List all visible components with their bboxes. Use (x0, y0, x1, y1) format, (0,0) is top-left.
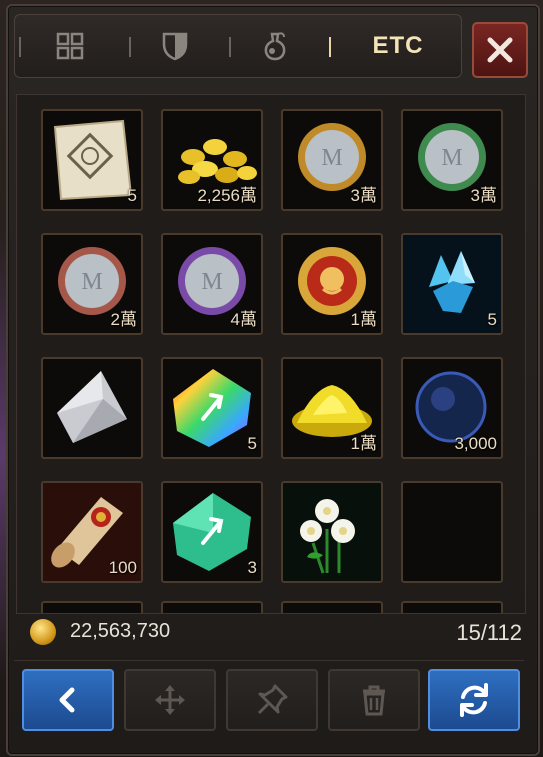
item-slot-purple-medal[interactable]: M 4萬 (161, 233, 263, 335)
tab-consumable[interactable] (225, 15, 325, 77)
item-quantity: 4萬 (230, 310, 257, 329)
item-slot-empty[interactable] (401, 481, 503, 583)
item-slot-rainbow-gem[interactable]: 5 (161, 357, 263, 459)
item-slot-partial[interactable] (401, 601, 503, 613)
move-button[interactable] (124, 669, 216, 731)
green-gem-icon (173, 493, 251, 571)
back-button[interactable] (22, 669, 114, 731)
pin-icon (257, 684, 288, 715)
inventory-grid: 5 2,256萬 M 3萬 M 3萬 M 2萬 M 4萬 1萬 5 5 1萬 3… (16, 94, 526, 614)
item-slot-gold-coins[interactable]: 2,256萬 (161, 109, 263, 211)
tab-etc-label: ETC (372, 32, 424, 59)
item-slot-bronze-medal[interactable]: M 2萬 (41, 233, 143, 335)
item-slot-partial[interactable] (281, 601, 383, 613)
item-slot-gold-dust[interactable]: 1萬 (281, 357, 383, 459)
item-slot-green-gem[interactable]: 3 (161, 481, 263, 583)
move-arrows-icon (155, 685, 185, 715)
item-quantity: 1萬 (350, 310, 377, 329)
item-slot-green-medal[interactable]: M 3萬 (401, 109, 503, 211)
pin-button[interactable] (226, 669, 318, 731)
tab-separator (129, 37, 131, 57)
white-flower-icon (283, 483, 381, 581)
tab-etc[interactable]: ETC (325, 15, 461, 77)
gold-coin-icon (30, 619, 56, 645)
blue-crystal-icon (403, 235, 501, 333)
tab-separator (19, 37, 21, 57)
svg-text:M: M (321, 145, 342, 171)
tab-separator (329, 37, 331, 57)
rainbow-gem-icon (173, 369, 251, 447)
item-quantity: 5 (487, 310, 497, 329)
item-quantity: 5 (127, 186, 137, 205)
item-slot-white-cloth[interactable] (41, 357, 143, 459)
item-slot-partial[interactable] (161, 601, 263, 613)
shield-icon (162, 32, 188, 61)
potion-icon (264, 32, 286, 61)
inventory-tabbar: ETC (14, 14, 462, 78)
item-slot-dark-orb[interactable]: 3,000 (401, 357, 503, 459)
item-slot-partial[interactable] (41, 601, 143, 613)
item-slot-white-flower[interactable] (281, 481, 383, 583)
scroll-map-icon (53, 119, 133, 201)
refresh-icon (460, 683, 488, 717)
item-slot-ancient-scroll-map[interactable]: 5 (41, 109, 143, 211)
tab-all[interactable] (15, 15, 125, 77)
close-icon (487, 37, 513, 63)
item-slot-lion-emblem[interactable]: 1萬 (281, 233, 383, 335)
gold-amount: 22,563,730 (70, 620, 171, 642)
bottom-toolbar (14, 660, 524, 741)
sort-refresh-button[interactable] (428, 669, 520, 731)
item-quantity: 5 (247, 434, 257, 453)
item-quantity: 1萬 (350, 434, 377, 453)
grid-icon (56, 32, 84, 60)
item-slot-blue-crystal[interactable]: 5 (401, 233, 503, 335)
item-slot-red-seal-scroll[interactable]: 100 (41, 481, 143, 583)
item-quantity: 3 (247, 558, 257, 577)
svg-text:M: M (81, 269, 102, 295)
item-quantity: 2萬 (110, 310, 137, 329)
inventory-capacity: 15/112 (456, 620, 522, 645)
item-quantity: 3萬 (350, 186, 377, 205)
close-button[interactable] (472, 22, 528, 78)
svg-text:M: M (441, 145, 462, 171)
white-cloth-icon (57, 371, 127, 443)
item-quantity: 100 (108, 558, 137, 577)
svg-text:M: M (201, 269, 222, 295)
item-quantity: 3,000 (454, 434, 497, 453)
tab-separator (229, 37, 231, 57)
inventory-footer: 22,563,730 15/112 (26, 614, 522, 648)
chevron-left-icon (59, 687, 75, 713)
item-quantity: 3萬 (470, 186, 497, 205)
trash-icon (363, 685, 385, 716)
item-quantity: 2,256萬 (197, 186, 257, 205)
delete-button[interactable] (328, 669, 420, 731)
tab-equipment[interactable] (125, 15, 225, 77)
item-slot-gold-medal[interactable]: M 3萬 (281, 109, 383, 211)
